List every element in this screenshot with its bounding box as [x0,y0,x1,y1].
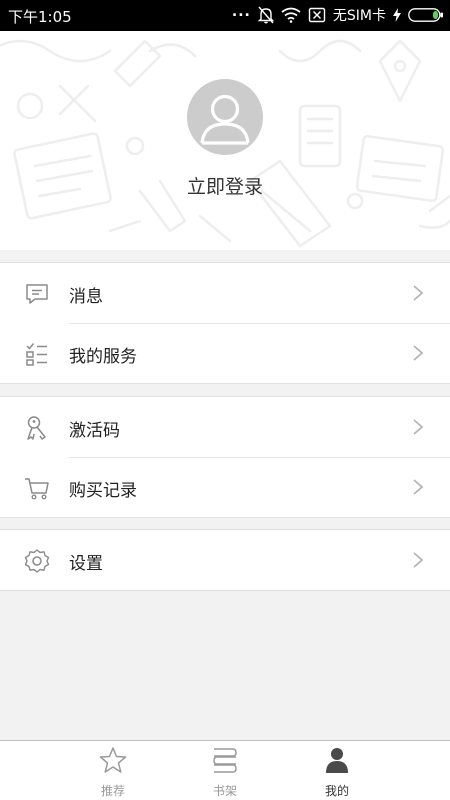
message-icon [26,284,48,304]
tab-label: 我的 [324,784,349,798]
menu-item-label: 购买记录 [69,481,137,501]
tab-mine[interactable]: 我的 [297,741,377,800]
menu-item-my-services[interactable]: 我的服务 [0,323,450,383]
menu-group-3: 设置 [0,529,450,591]
default-avatar-icon [200,94,250,145]
chevron-right-icon [413,345,424,361]
login-link[interactable]: 立即登录 [0,172,450,199]
status-bar: 下午1:05 ... 无SIM卡 [0,0,450,31]
no-sim-icon [308,7,326,23]
gear-icon [24,549,50,573]
tab-recommend[interactable]: 推荐 [73,741,153,800]
menu-group-1: 消息 我的服务 [0,262,450,384]
person-icon [326,748,348,773]
menu-item-activation-code[interactable]: 激活码 [0,397,450,457]
status-time: 下午1:05 [8,8,72,26]
tab-bookshelf[interactable]: 书架 [185,741,265,800]
menu-group-2: 激活码 购买记录 [0,396,450,518]
chevron-right-icon [413,552,424,568]
menu-item-settings[interactable]: 设置 [0,530,450,590]
menu-item-purchase-history[interactable]: 购买记录 [0,457,450,517]
charging-icon [393,8,401,22]
menu-item-label: 激活码 [69,421,120,441]
battery-icon [408,8,443,22]
menu-item-label: 设置 [69,554,103,574]
carrier-label: 无SIM卡 [332,8,386,24]
bookshelf-icon [213,748,237,773]
tab-label: 推荐 [100,784,125,798]
cart-icon [25,478,49,500]
chevron-right-icon [413,285,424,301]
menu-item-label: 我的服务 [69,347,137,367]
bottom-tab-bar: 推荐 书架 我的 [0,740,450,800]
service-list-icon [26,343,47,366]
star-icon [99,747,127,773]
chevron-right-icon [413,419,424,435]
status-icons: ... 无SIM卡 [231,4,444,25]
chevron-right-icon [413,479,424,495]
tab-label: 书架 [212,784,237,798]
avatar[interactable] [187,79,263,155]
mute-bell-icon [257,6,274,24]
wifi-icon [281,7,301,23]
profile-header: 立即登录 [0,31,450,250]
more-dots: ... [231,4,251,20]
menu-item-messages[interactable]: 消息 [0,263,450,323]
key-icon [27,416,46,440]
menu-item-label: 消息 [69,287,103,307]
